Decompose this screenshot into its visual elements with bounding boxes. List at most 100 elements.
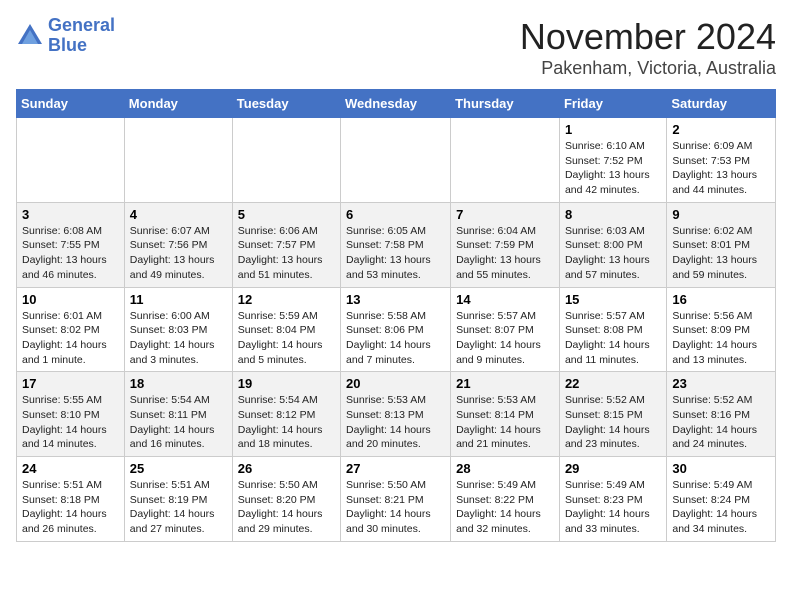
calendar-cell: 30Sunrise: 5:49 AM Sunset: 8:24 PM Dayli… [667,457,776,542]
weekday-header: Wednesday [341,90,451,118]
day-info: Sunrise: 5:57 AM Sunset: 8:07 PM Dayligh… [456,309,554,368]
calendar-week-row: 17 Sunrise: 5:55 AM Sunset: 8:10 PM Dayli… [17,372,776,457]
calendar-week-row: 1 Sunrise: 6:10 AM Sunset: 7:52 PM Daylig… [17,118,776,203]
day-info: Sunrise: 5:55 AM Sunset: 8:10 PM Dayligh… [22,393,119,452]
day-info: Sunrise: 5:52 AM Sunset: 8:16 PM Dayligh… [672,393,770,452]
weekday-header: Thursday [451,90,560,118]
weekday-header: Sunday [17,90,125,118]
day-info: Sunrise: 6:10 AM Sunset: 7:52 PM Dayligh… [565,139,661,198]
calendar-week-row: 3 Sunrise: 6:08 AM Sunset: 7:55 PM Daylig… [17,202,776,287]
calendar-cell: 9 Sunrise: 6:02 AM Sunset: 8:01 PM Daylig… [667,202,776,287]
day-info: Sunrise: 5:54 AM Sunset: 8:12 PM Dayligh… [238,393,335,452]
day-number: 2 [672,122,770,137]
day-number: 26 [238,461,335,476]
day-number: 10 [22,292,119,307]
logo-general: General [48,15,115,35]
calendar-cell: 12Sunrise: 5:59 AM Sunset: 8:04 PM Dayli… [232,287,340,372]
day-number: 25 [130,461,227,476]
day-number: 9 [672,207,770,222]
day-info: Sunrise: 5:52 AM Sunset: 8:15 PM Dayligh… [565,393,661,452]
day-info: Sunrise: 5:56 AM Sunset: 8:09 PM Dayligh… [672,309,770,368]
day-number: 15 [565,292,661,307]
calendar-cell: 11Sunrise: 6:00 AM Sunset: 8:03 PM Dayli… [124,287,232,372]
logo: General Blue [16,16,115,56]
calendar-table: SundayMondayTuesdayWednesdayThursdayFrid… [16,89,776,542]
calendar-cell [451,118,560,203]
day-info: Sunrise: 6:06 AM Sunset: 7:57 PM Dayligh… [238,224,335,283]
day-number: 3 [22,207,119,222]
day-info: Sunrise: 5:54 AM Sunset: 8:11 PM Dayligh… [130,393,227,452]
calendar-cell: 7 Sunrise: 6:04 AM Sunset: 7:59 PM Daylig… [451,202,560,287]
day-info: Sunrise: 6:01 AM Sunset: 8:02 PM Dayligh… [22,309,119,368]
calendar-cell: 1 Sunrise: 6:10 AM Sunset: 7:52 PM Daylig… [559,118,666,203]
weekday-header: Friday [559,90,666,118]
calendar-cell: 8 Sunrise: 6:03 AM Sunset: 8:00 PM Daylig… [559,202,666,287]
day-info: Sunrise: 5:53 AM Sunset: 8:13 PM Dayligh… [346,393,445,452]
calendar-cell: 27Sunrise: 5:50 AM Sunset: 8:21 PM Dayli… [341,457,451,542]
calendar-cell: 16 Sunrise: 5:56 AM Sunset: 8:09 PM Dayli… [667,287,776,372]
calendar-cell: 15Sunrise: 5:57 AM Sunset: 8:08 PM Dayli… [559,287,666,372]
logo-blue: Blue [48,35,87,55]
day-info: Sunrise: 6:09 AM Sunset: 7:53 PM Dayligh… [672,139,770,198]
day-number: 21 [456,376,554,391]
calendar-cell: 6Sunrise: 6:05 AM Sunset: 7:58 PM Daylig… [341,202,451,287]
day-number: 17 [22,376,119,391]
calendar-cell: 26Sunrise: 5:50 AM Sunset: 8:20 PM Dayli… [232,457,340,542]
calendar-cell: 29Sunrise: 5:49 AM Sunset: 8:23 PM Dayli… [559,457,666,542]
calendar-cell: 17 Sunrise: 5:55 AM Sunset: 8:10 PM Dayli… [17,372,125,457]
logo-icon [16,22,44,50]
calendar-cell [124,118,232,203]
day-info: Sunrise: 5:58 AM Sunset: 8:06 PM Dayligh… [346,309,445,368]
calendar-cell: 13 Sunrise: 5:58 AM Sunset: 8:06 PM Dayli… [341,287,451,372]
day-number: 19 [238,376,335,391]
day-number: 18 [130,376,227,391]
day-info: Sunrise: 6:03 AM Sunset: 8:00 PM Dayligh… [565,224,661,283]
day-number: 11 [130,292,227,307]
calendar-cell: 28 Sunrise: 5:49 AM Sunset: 8:22 PM Dayli… [451,457,560,542]
day-info: Sunrise: 6:05 AM Sunset: 7:58 PM Dayligh… [346,224,445,283]
day-number: 13 [346,292,445,307]
header: General Blue November 2024 Pakenham, Vic… [16,16,776,79]
day-info: Sunrise: 5:53 AM Sunset: 8:14 PM Dayligh… [456,393,554,452]
calendar-cell: 18 Sunrise: 5:54 AM Sunset: 8:11 PM Dayli… [124,372,232,457]
day-info: Sunrise: 5:49 AM Sunset: 8:22 PM Dayligh… [456,478,554,537]
day-number: 16 [672,292,770,307]
day-number: 28 [456,461,554,476]
day-number: 22 [565,376,661,391]
calendar-cell: 2 Sunrise: 6:09 AM Sunset: 7:53 PM Daylig… [667,118,776,203]
day-number: 20 [346,376,445,391]
day-info: Sunrise: 5:59 AM Sunset: 8:04 PM Dayligh… [238,309,335,368]
day-number: 1 [565,122,661,137]
calendar-cell: 5 Sunrise: 6:06 AM Sunset: 7:57 PM Daylig… [232,202,340,287]
day-info: Sunrise: 5:49 AM Sunset: 8:24 PM Dayligh… [672,478,770,537]
calendar-cell: 20 Sunrise: 5:53 AM Sunset: 8:13 PM Dayli… [341,372,451,457]
day-info: Sunrise: 6:04 AM Sunset: 7:59 PM Dayligh… [456,224,554,283]
calendar-cell [232,118,340,203]
calendar-cell: 24Sunrise: 5:51 AM Sunset: 8:18 PM Dayli… [17,457,125,542]
title-block: November 2024 Pakenham, Victoria, Austra… [520,16,776,79]
calendar-cell: 10 Sunrise: 6:01 AM Sunset: 8:02 PM Dayli… [17,287,125,372]
calendar-cell: 22 Sunrise: 5:52 AM Sunset: 8:15 PM Dayli… [559,372,666,457]
day-number: 27 [346,461,445,476]
calendar-cell [341,118,451,203]
calendar-cell [17,118,125,203]
calendar-cell: 21 Sunrise: 5:53 AM Sunset: 8:14 PM Dayli… [451,372,560,457]
day-info: Sunrise: 5:51 AM Sunset: 8:18 PM Dayligh… [22,478,119,537]
day-number: 5 [238,207,335,222]
calendar-week-row: 24Sunrise: 5:51 AM Sunset: 8:18 PM Dayli… [17,457,776,542]
day-number: 4 [130,207,227,222]
day-info: Sunrise: 6:02 AM Sunset: 8:01 PM Dayligh… [672,224,770,283]
day-info: Sunrise: 6:07 AM Sunset: 7:56 PM Dayligh… [130,224,227,283]
location-title: Pakenham, Victoria, Australia [520,58,776,79]
day-info: Sunrise: 6:08 AM Sunset: 7:55 PM Dayligh… [22,224,119,283]
weekday-header-row: SundayMondayTuesdayWednesdayThursdayFrid… [17,90,776,118]
day-number: 7 [456,207,554,222]
weekday-header: Monday [124,90,232,118]
day-number: 8 [565,207,661,222]
calendar-cell: 4 Sunrise: 6:07 AM Sunset: 7:56 PM Daylig… [124,202,232,287]
calendar-cell: 23Sunrise: 5:52 AM Sunset: 8:16 PM Dayli… [667,372,776,457]
weekday-header: Saturday [667,90,776,118]
weekday-header: Tuesday [232,90,340,118]
day-info: Sunrise: 5:51 AM Sunset: 8:19 PM Dayligh… [130,478,227,537]
day-number: 29 [565,461,661,476]
